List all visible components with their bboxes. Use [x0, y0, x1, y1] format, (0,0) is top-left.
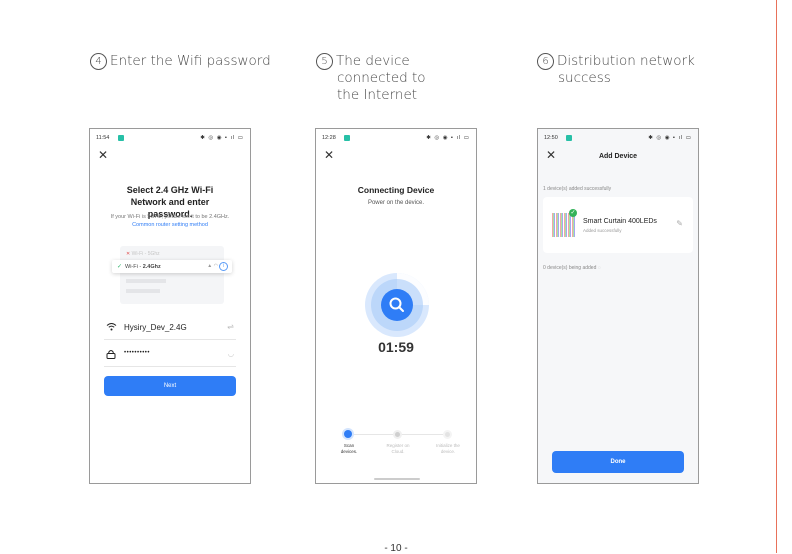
router-setting-link[interactable]: Common router setting method — [90, 222, 250, 228]
wifi-label: Wi-Fi - — [131, 251, 148, 257]
password-value: •••••••••• — [124, 350, 151, 356]
add-device-title: Add Device — [598, 153, 638, 160]
close-icon[interactable]: ✕ — [324, 149, 334, 161]
next-button[interactable]: Next — [104, 376, 236, 396]
network-field[interactable]: Hysiry_Dev_2.4G ⇌ — [104, 317, 236, 340]
step-4-heading: 4 Enter the Wifi password — [90, 53, 271, 70]
device-status: Added successfully — [583, 228, 622, 233]
status-time: 11:54 — [96, 135, 110, 141]
placeholder-row — [126, 289, 160, 293]
wifi-label: Wi-Fi - — [125, 263, 143, 270]
app-notification-icon — [118, 135, 124, 141]
status-icons: ✱ ◎ ◉ ▪ ıl ▭ — [426, 135, 470, 141]
step-number: 6 — [537, 53, 554, 70]
status-icons: ✱ ◎ ◉ ▪ ıl ▭ — [648, 135, 692, 141]
progress-steps: Scan devices. Register on Cloud. Initializ… — [316, 425, 476, 465]
app-notification-icon — [344, 135, 350, 141]
check-icon: ✓ — [117, 264, 123, 270]
phone-screenshot-connecting: 12:28 ✱ ◎ ◉ ▪ ıl ▭ ✕ Connecting Device P… — [315, 128, 477, 484]
status-icons: ✱ ◎ ◉ ▪ ıl ▭ — [200, 135, 244, 141]
password-field[interactable]: •••••••••• ◡ — [104, 344, 236, 367]
loading-icon: ◌ — [597, 265, 601, 271]
step-label: Initialize the device. — [436, 443, 460, 454]
wifi-24-row: ✓ Wi-Fi - 2.4Ghz ▲ ◠ i — [112, 260, 232, 273]
info-icon: i — [219, 262, 228, 271]
step-label: Scan devices. — [340, 443, 358, 454]
step-dot — [445, 432, 450, 437]
status-time: 12:50 — [544, 135, 558, 141]
search-progress-icon — [365, 273, 429, 337]
phone-screenshot-success: 12:50 ✱ ◎ ◉ ▪ ıl ▭ ✕ Add Device 1 device… — [537, 128, 699, 484]
connecting-subtitle: Power on the device. — [367, 200, 425, 206]
lock-icon — [106, 350, 116, 359]
step-text: Distribution network — [557, 53, 695, 69]
wifi-illustration: ✕ Wi-Fi - 5Ghz — [120, 246, 224, 304]
status-bar: 12:50 ✱ ◎ ◉ ▪ ıl ▭ — [544, 135, 692, 143]
close-icon[interactable]: ✕ — [98, 149, 108, 161]
home-indicator — [374, 478, 420, 480]
page-edge-line — [776, 0, 777, 553]
wifi-5g-row: ✕ Wi-Fi - 5Ghz — [126, 251, 160, 257]
cross-icon: ✕ — [126, 251, 131, 257]
network-name: Hysiry_Dev_2.4G — [124, 323, 187, 332]
status-time: 12:28 — [322, 135, 336, 141]
connecting-title: Connecting Device — [357, 185, 435, 195]
step-number: 5 — [316, 53, 333, 70]
wifi-band: 2.4Ghz — [142, 263, 161, 270]
switch-network-icon[interactable]: ⇌ — [227, 322, 234, 331]
countdown-timer: 01:59 — [378, 339, 414, 355]
step-5-heading: 5 The device connected to the Internet — [316, 53, 426, 104]
adding-count-text: 0 device(s) being added ◌ — [543, 265, 601, 271]
step-text: connected to — [337, 70, 426, 86]
step-text: the Internet — [337, 87, 418, 103]
page-number: - 10 - — [384, 543, 408, 554]
wifi-note: If your Wi-Fi is 5GHz, please set it to … — [110, 214, 230, 220]
app-notification-icon — [566, 135, 572, 141]
edit-icon[interactable]: ✎ — [676, 219, 683, 228]
status-bar: 12:28 ✱ ◎ ◉ ▪ ıl ▭ — [322, 135, 470, 143]
done-button[interactable]: Done — [552, 451, 684, 473]
wifi-icon — [106, 323, 117, 331]
step-label: Register on Cloud. — [386, 443, 410, 454]
step-dot — [395, 432, 400, 437]
adding-label: 0 device(s) being added — [543, 265, 597, 271]
step-number: 4 — [90, 53, 107, 70]
device-name: Smart Curtain 400LEDs — [583, 218, 657, 225]
status-bar: 11:54 ✱ ◎ ◉ ▪ ıl ▭ — [96, 135, 244, 143]
step-text: success — [558, 70, 611, 86]
step-text: The device — [336, 53, 410, 69]
step-dot-active — [344, 430, 352, 438]
step-text: Enter the Wifi password — [110, 53, 271, 69]
step-6-heading: 6 Distribution network success — [537, 53, 695, 87]
check-badge-icon: ✓ — [569, 209, 577, 217]
eye-icon[interactable]: ◡ — [228, 350, 234, 358]
added-count-text: 1 device(s) added successfully — [543, 186, 612, 192]
wifi-band: 5Ghz — [147, 251, 160, 257]
placeholder-row — [126, 279, 166, 283]
device-card[interactable]: ✓ Smart Curtain 400LEDs Added successful… — [543, 197, 693, 253]
phone-screenshot-wifi: 11:54 ✱ ◎ ◉ ▪ ıl ▭ ✕ Select 2.4 GHz Wi-F… — [89, 128, 251, 484]
lock-wifi-icon: ▲ ◠ — [207, 263, 218, 269]
